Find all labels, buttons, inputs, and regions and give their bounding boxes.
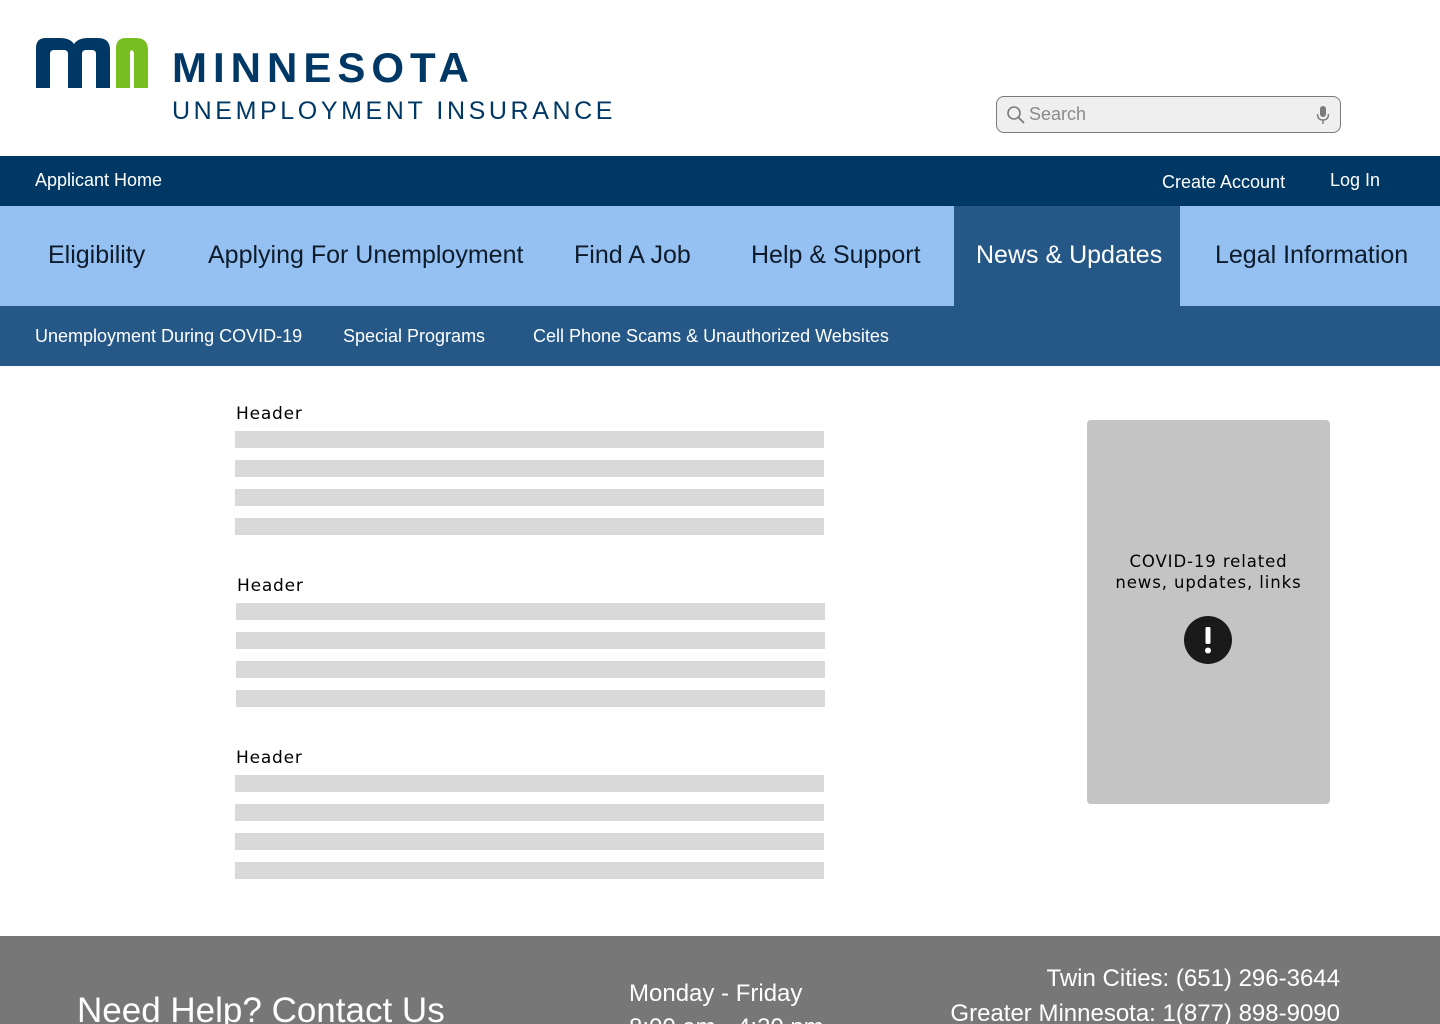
contact-us-heading[interactable]: Need Help? Contact Us xyxy=(77,991,445,1024)
main-nav: Eligibility Applying For Unemployment Fi… xyxy=(0,206,1440,306)
nav-item-legal-information[interactable]: Legal Information xyxy=(1193,206,1430,306)
text-placeholder-line xyxy=(235,489,824,506)
alert-icon xyxy=(1184,616,1232,664)
applicant-home-link[interactable]: Applicant Home xyxy=(35,155,162,205)
text-placeholder-line xyxy=(236,661,825,678)
text-placeholder-line xyxy=(235,862,824,879)
covid-info-card[interactable]: COVID-19 related news, updates, links xyxy=(1087,420,1330,804)
nav-item-applying-for-unemployment[interactable]: Applying For Unemployment xyxy=(186,206,545,306)
search-input[interactable] xyxy=(1029,101,1309,128)
sub-nav: Unemployment During COVID-19 Special Pro… xyxy=(0,306,1440,366)
nav-item-find-a-job[interactable]: Find A Job xyxy=(552,206,713,306)
text-placeholder-line xyxy=(235,833,824,850)
brand-title: MINNESOTA xyxy=(172,44,475,91)
covid-card-line-1: COVID-19 related xyxy=(1129,552,1288,571)
covid-card-line-2: news, updates, links xyxy=(1115,573,1302,592)
brand-subtitle: UNEMPLOYMENT INSURANCE xyxy=(172,97,617,125)
nav-item-news-updates[interactable]: News & Updates xyxy=(954,206,1180,306)
office-days: Monday - Friday xyxy=(629,980,803,1007)
text-placeholder-line xyxy=(235,518,824,535)
nav-item-help-support[interactable]: Help & Support xyxy=(729,206,943,306)
log-in-link[interactable]: Log In xyxy=(1330,155,1380,205)
nav-item-eligibility[interactable]: Eligibility xyxy=(26,206,167,306)
account-bar: Applicant Home Create Account Log In xyxy=(0,156,1440,206)
covid-card-text: COVID-19 related news, updates, links xyxy=(1087,551,1330,593)
content-section: Header xyxy=(236,576,826,708)
section-header: Header xyxy=(237,576,304,596)
phone-twin-cities[interactable]: Twin Cities: (651) 296-3644 xyxy=(1047,965,1340,993)
text-placeholder-line xyxy=(236,690,825,707)
search-icon xyxy=(1007,106,1025,124)
sub-nav-item-special-programs[interactable]: Special Programs xyxy=(343,306,485,366)
text-placeholder-line xyxy=(235,431,824,448)
site-footer: Need Help? Contact Us Monday - Friday 8:… xyxy=(0,936,1440,1024)
sub-nav-item-covid-19[interactable]: Unemployment During COVID-19 xyxy=(35,306,302,366)
create-account-link[interactable]: Create Account xyxy=(1162,157,1285,207)
text-placeholder-line xyxy=(236,632,825,649)
minnesota-logo[interactable]: MINNESOTA UNEMPLOYMENT INSURANCE xyxy=(36,34,616,134)
site-header: MINNESOTA UNEMPLOYMENT INSURANCE xyxy=(0,0,1440,156)
search-box xyxy=(996,96,1341,133)
sub-nav-item-cell-phone-scams[interactable]: Cell Phone Scams & Unauthorized Websites xyxy=(533,306,889,366)
content-section: Header xyxy=(235,404,825,536)
phone-greater-minnesota[interactable]: Greater Minnesota: 1(877) 898-9090 xyxy=(950,1000,1340,1024)
text-placeholder-line xyxy=(235,460,824,477)
text-placeholder-line xyxy=(236,603,825,620)
office-hours: 8:00 am - 4:30 pm xyxy=(629,1014,824,1024)
text-placeholder-line xyxy=(235,775,824,792)
content-section: Header xyxy=(235,748,825,880)
text-placeholder-line xyxy=(235,804,824,821)
section-header: Header xyxy=(236,748,303,768)
mn-logo-mark-icon xyxy=(36,38,148,88)
microphone-icon[interactable] xyxy=(1316,105,1330,125)
section-header: Header xyxy=(236,404,303,424)
